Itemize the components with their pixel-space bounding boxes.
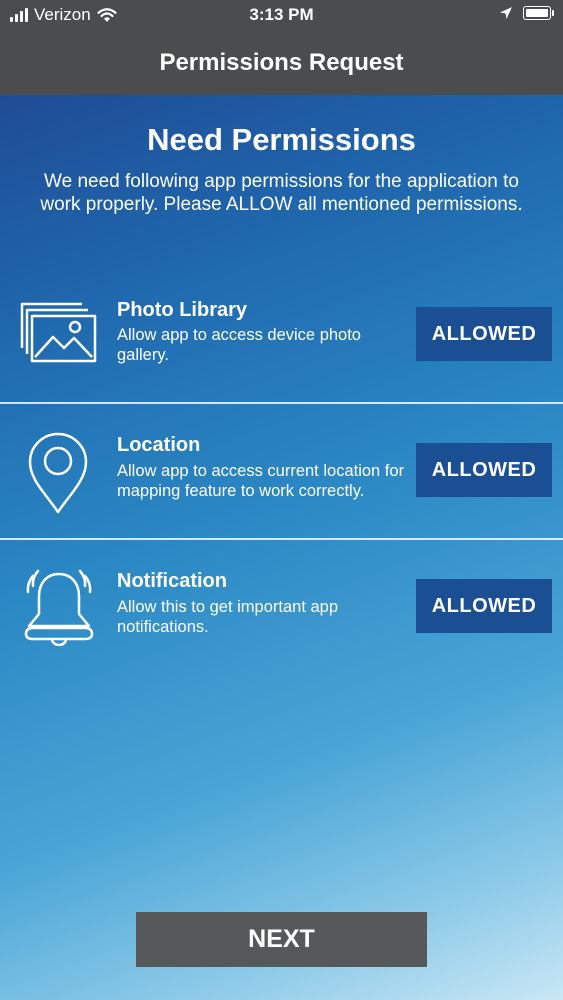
status-bar: Verizon 3:13 PM: [0, 0, 563, 30]
permission-row-notification: Notification Allow this to get important…: [0, 561, 563, 671]
location-pin-icon: [28, 432, 88, 514]
next-button[interactable]: NEXT: [136, 912, 427, 967]
permission-row-location: Location Allow app to access current loc…: [0, 425, 563, 535]
page-heading: Need Permissions: [147, 122, 416, 157]
permission-desc-location: Allow app to access current location for…: [117, 462, 405, 500]
status-time: 3:13 PM: [249, 5, 314, 24]
divider: [0, 402, 563, 404]
photo-library-icon: [20, 302, 97, 363]
permission-row-photo-library: Photo Library Allow app to access device…: [0, 290, 563, 400]
divider: [0, 538, 563, 540]
nav-title: Permissions Request: [159, 48, 404, 76]
permission-title-notification: Notification: [117, 570, 227, 592]
allowed-button-notification[interactable]: ALLOWED: [416, 579, 552, 633]
permissions-content: Need Permissions We need following app p…: [0, 95, 563, 1000]
allowed-button-location[interactable]: ALLOWED: [416, 443, 552, 497]
battery-icon: [523, 6, 554, 20]
status-right: [499, 6, 554, 20]
location-arrow-icon: [500, 7, 512, 19]
nav-bar: Permissions Request: [0, 30, 563, 95]
permission-title-photo-library: Photo Library: [117, 299, 248, 321]
permission-desc-photo-library: Allow app to access device photo gallery…: [117, 326, 361, 364]
bell-icon: [24, 569, 94, 646]
intro-text: We need following app permissions for th…: [40, 171, 523, 215]
permission-desc-notification: Allow this to get important app notifica…: [117, 598, 339, 636]
allowed-button-photo-library[interactable]: ALLOWED: [416, 307, 552, 361]
permission-title-location: Location: [117, 434, 201, 456]
